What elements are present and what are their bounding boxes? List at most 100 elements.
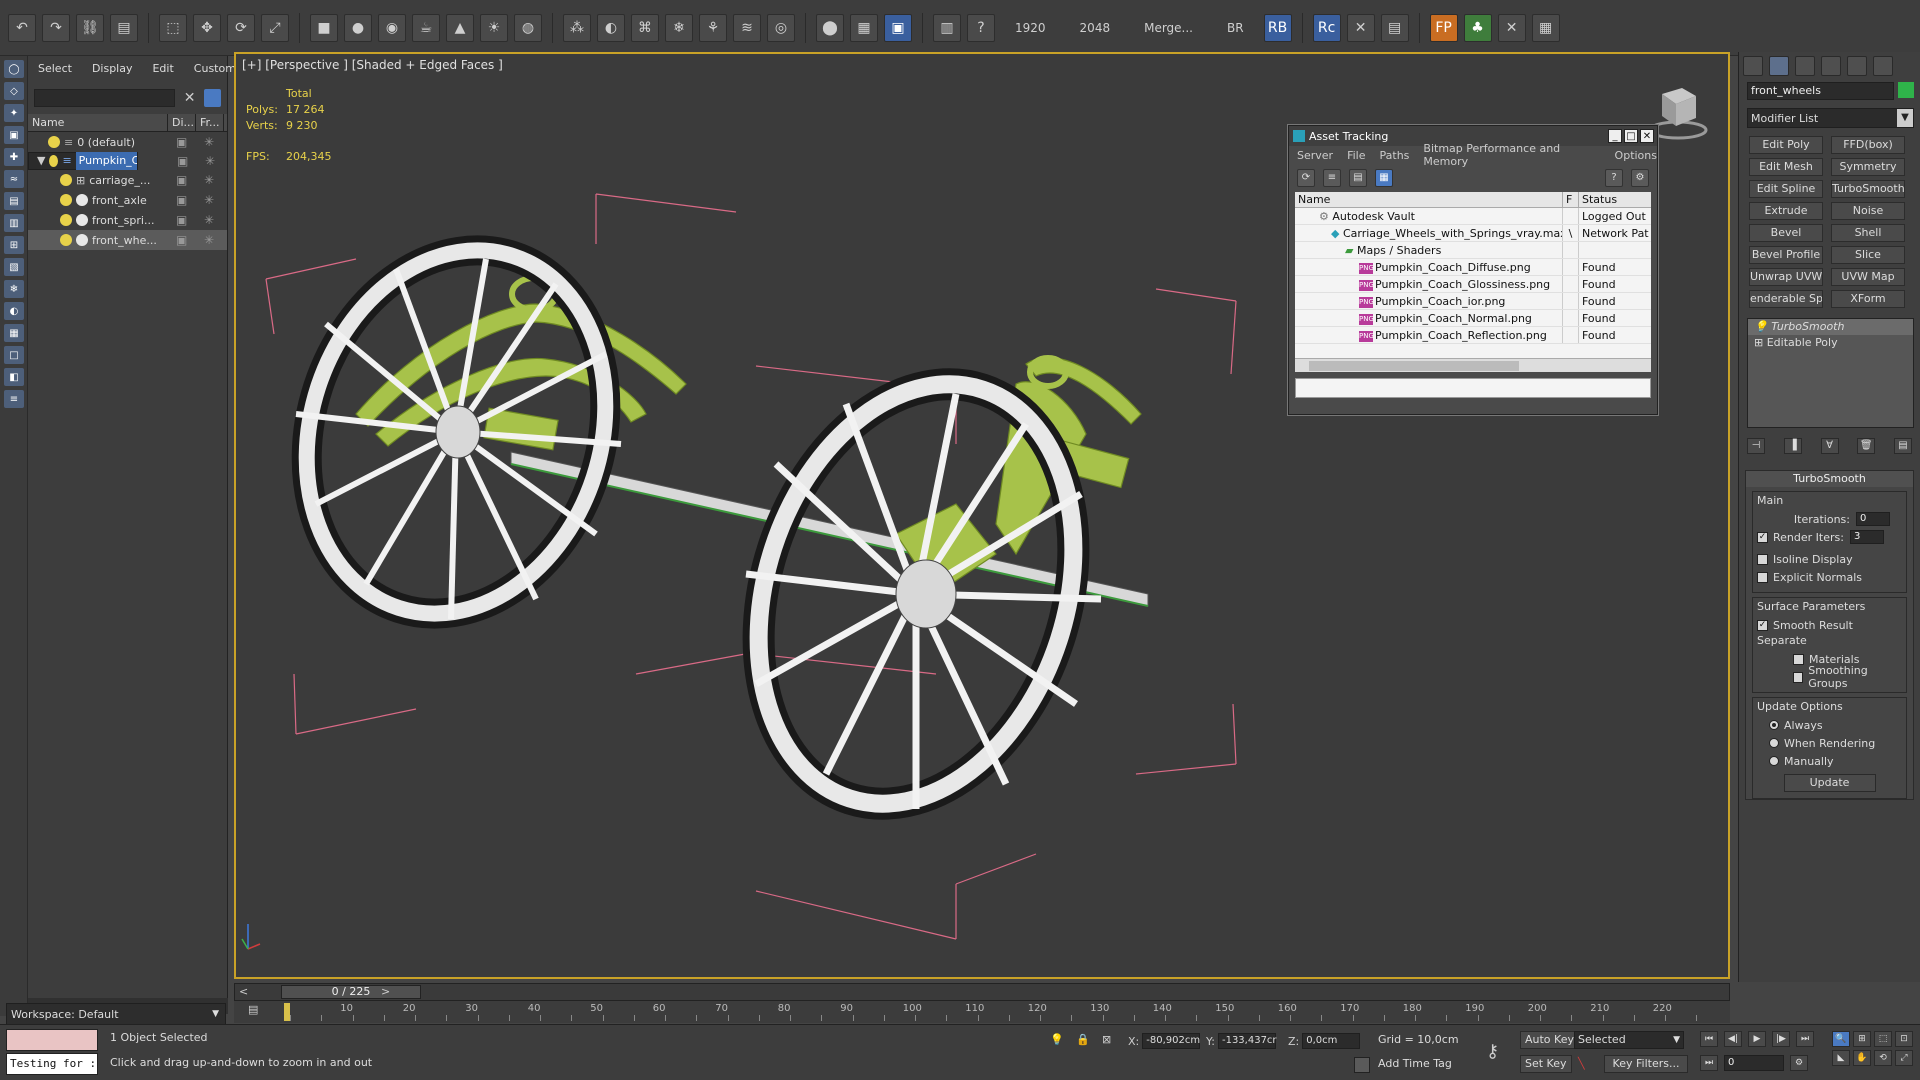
when-rendering-radio[interactable] (1769, 738, 1779, 748)
filter-frozen-icon[interactable]: ❄ (4, 280, 24, 298)
display-icon[interactable]: ▣ (176, 173, 187, 187)
close-icon[interactable]: ✕ (1640, 129, 1654, 143)
menu-select[interactable]: Select (38, 62, 72, 80)
table-row[interactable]: PNGPumpkin_Coach_ior.png Found (1295, 293, 1651, 310)
update-button[interactable]: Update (1783, 774, 1876, 792)
key-icon[interactable]: ⚷ (1486, 1041, 1499, 1062)
modifier-button[interactable]: Extrude (1749, 202, 1823, 220)
filter-cameras-icon[interactable]: ▣ (4, 126, 24, 144)
modifier-list-dropdown[interactable]: Modifier List ▼ (1747, 108, 1914, 128)
cone-primitive-icon[interactable]: ▲ (446, 13, 474, 42)
lightbulb-icon[interactable]: 💡 (1754, 320, 1771, 333)
help-icon[interactable]: ? (967, 13, 995, 42)
table-row[interactable]: PNGPumpkin_Coach_Normal.png Found (1295, 310, 1651, 327)
tree-row[interactable]: front_spri... ▣ ✳ (28, 210, 227, 230)
zoom-all-icon[interactable]: ⊞ (1853, 1031, 1871, 1047)
settings-icon[interactable]: ⚙ (1631, 169, 1649, 187)
menu-file[interactable]: File (1347, 149, 1365, 162)
spreadsheet-icon[interactable]: ▦ (1531, 13, 1560, 42)
rotate-icon[interactable]: ⟳ (227, 13, 255, 42)
table-icon[interactable]: ▤ (1380, 13, 1409, 42)
table-view-icon[interactable]: ▦ (1375, 169, 1393, 187)
resolution-height[interactable]: 2048 (1066, 21, 1125, 35)
manually-radio[interactable] (1769, 756, 1779, 766)
box-primitive-icon[interactable]: ■ (310, 13, 338, 42)
pin-stack-icon[interactable]: ⊣ (1747, 438, 1765, 454)
menu-options[interactable]: Options (1615, 149, 1657, 162)
render-iters-spinner[interactable]: 3 (1849, 530, 1884, 544)
go-to-start-icon[interactable]: ⏮ (1700, 1031, 1718, 1047)
table-row[interactable]: PNGPumpkin_Coach_Reflection.png Found (1295, 327, 1651, 344)
always-radio[interactable] (1769, 720, 1779, 730)
modifier-button[interactable]: Unwrap UVW (1749, 268, 1823, 286)
display-icon[interactable]: ▣ (177, 153, 188, 169)
freeze-icon[interactable]: ✳ (204, 193, 214, 207)
filter-hidden-icon[interactable]: ◐ (4, 302, 24, 320)
modifier-button[interactable]: Edit Poly (1749, 136, 1823, 154)
zoom-extents-all-icon[interactable]: ⊡ (1895, 1031, 1913, 1047)
rollout-title[interactable]: TurboSmooth (1746, 471, 1913, 487)
help-icon[interactable]: ? (1605, 169, 1623, 187)
modifier-button[interactable]: Shell (1831, 224, 1905, 242)
shell-icon[interactable]: ◎ (767, 13, 795, 42)
visibility-bulb-icon[interactable] (60, 234, 72, 246)
zoom-icon[interactable]: 🔍 (1832, 1031, 1850, 1047)
expand-icon[interactable]: ⊞ (1754, 336, 1767, 349)
visibility-bulb-icon[interactable] (60, 194, 72, 206)
tree-row[interactable]: ▼ ≡ Pumpkin_Coach ▣ ✳ (28, 152, 215, 170)
display-icon[interactable]: ▣ (176, 135, 187, 149)
play-icon[interactable]: ▶ (1748, 1031, 1766, 1047)
menu-display[interactable]: Display (92, 62, 133, 80)
filter-geometry-icon[interactable]: ◯ (4, 60, 24, 78)
display-icon[interactable]: ▣ (176, 193, 187, 207)
network-icon[interactable]: ⌘ (631, 13, 659, 42)
render-setup-icon[interactable]: ▦ (850, 13, 878, 42)
stack-item-turbosmooth[interactable]: 💡 TurboSmooth (1748, 319, 1913, 335)
tree-row[interactable]: ⊞ carriage_... ▣ ✳ (28, 170, 227, 190)
tab-hierarchy[interactable] (1795, 56, 1815, 76)
redo-icon[interactable]: ↷ (42, 13, 70, 42)
maximize-icon[interactable]: □ (1624, 129, 1638, 143)
tree-row[interactable]: front_axle ▣ ✳ (28, 190, 227, 210)
track-bar-icon[interactable]: ▤ (248, 1003, 258, 1016)
filter-containers-icon[interactable]: ▧ (4, 258, 24, 276)
table-row[interactable]: ◆ Carriage_Wheels_with_Springs_vray.max … (1295, 225, 1651, 242)
time-slider[interactable]: < 0 / 225 > (234, 983, 1730, 1001)
tab-create[interactable] (1743, 56, 1763, 76)
render-icon[interactable]: ◐ (597, 13, 625, 42)
filter-shapes-icon[interactable]: ◇ (4, 82, 24, 100)
merge-button[interactable]: Merge... (1130, 21, 1207, 35)
render-iters-checkbox[interactable]: ✓ (1757, 531, 1768, 543)
set-key-button[interactable]: Set Key (1520, 1055, 1572, 1073)
modifier-button[interactable]: Noise (1831, 202, 1905, 220)
br-button[interactable]: BR (1213, 21, 1258, 35)
detail-view-icon[interactable]: ▤ (1349, 169, 1367, 187)
time-tag-icon[interactable] (1354, 1057, 1370, 1073)
light-icon[interactable]: ☀ (480, 13, 508, 42)
isolate-icon[interactable]: 💡 (1050, 1033, 1064, 1046)
menu-edit[interactable]: Edit (152, 62, 173, 80)
smoothing-groups-checkbox[interactable] (1793, 671, 1804, 683)
key-filters-button[interactable]: Key Filters... (1604, 1055, 1688, 1073)
wrench-icon[interactable]: ✕ (1497, 13, 1526, 42)
y-field[interactable]: -133,437cr (1217, 1033, 1277, 1049)
menu-server[interactable]: Server (1297, 149, 1333, 162)
tab-motion[interactable] (1821, 56, 1841, 76)
filter-lights-icon[interactable]: ✦ (4, 104, 24, 122)
modifier-button[interactable]: enderable Splir (1749, 290, 1823, 308)
filter-bones-icon[interactable]: ⊞ (4, 236, 24, 254)
maxscript-input[interactable]: Testing for : (6, 1053, 98, 1075)
particles-icon[interactable]: ⁂ (563, 13, 591, 42)
filter-spacewarps-icon[interactable]: ≈ (4, 170, 24, 188)
snowflake-icon[interactable]: ❄ (665, 13, 693, 42)
column-display[interactable]: Di... (168, 113, 196, 132)
zoom-extents-icon[interactable]: ⬚ (1874, 1031, 1892, 1047)
column-f[interactable]: F (1563, 192, 1579, 207)
add-time-tag[interactable]: Add Time Tag (1378, 1057, 1452, 1070)
freeze-icon[interactable]: ✳ (204, 135, 214, 149)
fp-button[interactable]: FP (1429, 13, 1458, 42)
filter-helpers-icon[interactable]: ✚ (4, 148, 24, 166)
visibility-bulb-icon[interactable] (60, 174, 72, 186)
set-key-icon[interactable]: ╲ (1578, 1057, 1585, 1070)
filter-groups-icon[interactable]: ▤ (4, 192, 24, 210)
